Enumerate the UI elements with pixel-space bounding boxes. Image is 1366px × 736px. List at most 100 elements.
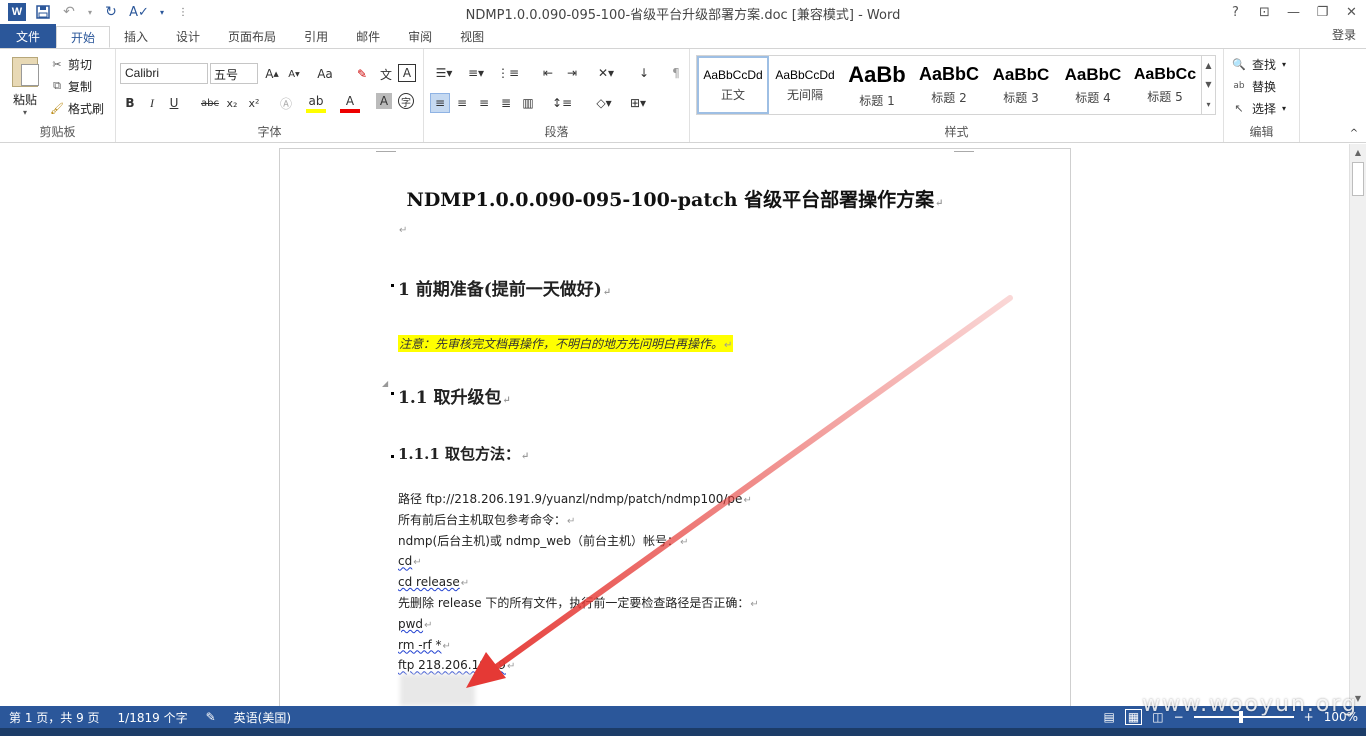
gallery-scroll[interactable]: ▲ ▼ ▾ [1201,56,1215,114]
tab-insert[interactable]: 插入 [110,24,162,48]
window-title: NDMP1.0.0.090-095-100-省级平台升级部署方案.doc [兼容… [465,8,901,23]
borders-icon[interactable]: ⊞▾ [624,93,652,113]
numbering-icon[interactable]: ≡▾ [462,63,490,83]
change-case-button[interactable]: Aa [312,64,338,84]
scroll-down-icon[interactable]: ▼ [1205,80,1211,89]
style-item[interactable]: AaBbC 标题 3 [985,56,1057,114]
tab-home[interactable]: 开始 [56,26,111,48]
highlight-color-icon[interactable]: ab [306,93,326,113]
scroll-up-arrow-icon[interactable]: ▲ [1350,144,1366,160]
shading-icon[interactable]: ◇▾ [590,93,618,113]
enclose-characters-icon[interactable]: 字 [398,93,414,109]
minimize-icon[interactable]: — [1279,0,1308,24]
style-item[interactable]: AaBb 标题 1 [841,56,913,114]
format-painter-button[interactable]: 🖌 格式刷 [50,99,104,117]
heading-3[interactable]: 1.1.1 取包方法：↵ [398,443,529,464]
clear-formatting-icon[interactable]: ✎ [352,64,372,84]
collapse-triangle-icon[interactable]: ◢ [382,379,388,388]
body-line[interactable]: cd release↵ [398,572,759,593]
body-line[interactable]: 路径 ftp://218.206.191.9/yuanzl/ndmp/patch… [398,489,759,510]
heading-1[interactable]: 1 前期准备(提前一天做好)↵ [398,275,611,300]
justify-icon[interactable]: ≣ [496,93,516,113]
word-count[interactable]: 1/1819 个字 [109,709,197,726]
superscript-icon[interactable]: x² [244,93,264,113]
shrink-font-icon[interactable]: A ▼ [284,64,304,84]
decrease-indent-icon[interactable]: ⇤ [538,63,558,83]
page-count[interactable]: 第 1 页，共 9 页 [0,709,109,726]
body-line[interactable]: rm -rf *↵ [398,635,759,656]
more-styles-icon[interactable]: ▾ [1206,100,1210,109]
tab-view[interactable]: 视图 [446,24,498,48]
style-item[interactable]: AaBbC 标题 4 [1057,56,1129,114]
character-border-icon[interactable]: A [398,64,416,82]
tab-page-layout[interactable]: 页面布局 [214,24,290,48]
copy-button[interactable]: ⧉ 复制 [50,77,104,95]
print-layout-icon[interactable]: ▦ [1124,709,1143,725]
sort-icon[interactable]: ↓ [634,63,654,83]
read-mode-icon[interactable]: ▤ [1104,710,1115,724]
style-item[interactable]: AaBbCcDd 无间隔 [769,56,841,114]
find-button[interactable]: 🔍 查找 ▾ [1232,55,1286,73]
highlighted-note[interactable]: 注意：先审核完文档再操作，不明白的地方先问明白再操作。↵ [398,335,734,352]
select-button[interactable]: ↖ 选择 ▾ [1232,99,1286,117]
collapse-ribbon-icon[interactable]: ^ [1344,123,1364,143]
bold-icon[interactable]: B [120,93,140,113]
strikethrough-icon[interactable]: abc [198,93,222,113]
style-item[interactable]: AaBbC 标题 2 [913,56,985,114]
scissors-icon: ✂ [52,57,62,71]
body-line[interactable]: pwd↵ [398,614,759,635]
increase-indent-icon[interactable]: ⇥ [562,63,582,83]
body-line[interactable]: cd↵ [398,551,759,572]
style-item[interactable]: AaBbCc 标题 5 [1129,56,1201,114]
phonetic-guide-icon[interactable]: 文 [376,64,396,84]
document-page[interactable]: NDMP1.0.0.090-095-100-patch 省级平台部署操作方案↵ … [279,148,1071,706]
bullets-icon[interactable]: ☰▾ [430,63,458,83]
multilevel-list-icon[interactable]: ⋮≡ [494,63,522,83]
character-shading-icon[interactable]: A [376,93,392,109]
show-marks-icon[interactable]: ¶ [666,63,686,83]
replace-button[interactable]: ab 替换 [1232,77,1286,95]
cut-button[interactable]: ✂ 剪切 [50,55,104,73]
heading-2[interactable]: 1.1 取升级包↵ [398,383,511,408]
language-indicator[interactable]: 英语(美国) [225,709,300,726]
restore-icon[interactable]: ❐ [1308,0,1337,24]
style-item[interactable]: AaBbCcDd 正文 [697,56,769,114]
sign-in-link[interactable]: 登录 [1332,26,1356,43]
tab-review[interactable]: 审阅 [394,24,446,48]
text-effects-icon[interactable]: Ⓐ [276,93,296,113]
text-direction-icon[interactable]: ✕▾ [592,63,620,83]
subscript-icon[interactable]: x₂ [222,93,242,113]
italic-icon[interactable]: I [142,93,162,113]
body-line-text: 路径 ftp://218.206.191.9/yuanzl/ndmp/patch… [398,492,743,506]
vertical-scrollbar[interactable]: ▲ ▼ [1349,144,1366,706]
paragraph-mark-icon: ↵ [399,225,408,236]
close-icon[interactable]: ✕ [1337,0,1366,24]
align-left-icon[interactable]: ≡ [430,93,450,113]
proofing-icon[interactable]: ✎ [197,710,225,724]
align-right-icon[interactable]: ≡ [474,93,494,113]
body-line[interactable]: 先删除 release 下的所有文件，执行前一定要检查路径是否正确：↵ [398,593,759,614]
heading-1-text: 1 前期准备(提前一天做好) [398,280,602,300]
ribbon: 粘贴 ▾ ✂ 剪切 ⧉ 复制 🖌 格式刷 剪贴板 字体 Calibri 五号 A ▲ A… [0,48,1366,143]
tab-mailings[interactable]: 邮件 [342,24,394,48]
font-name-select[interactable]: Calibri [120,63,208,84]
document-title[interactable]: NDMP1.0.0.090-095-100-patch 省级平台部署操作方案↵ [280,185,1070,212]
font-color-icon[interactable]: A [340,93,360,113]
line-spacing-icon[interactable]: ↕≡ [548,93,576,113]
body-line[interactable]: ndmp(后台主机)或 ndmp_web（前台主机）帐号：↵ [398,531,759,552]
body-line[interactable]: 所有前后台主机取包参考命令：↵ [398,510,759,531]
grow-font-icon[interactable]: A ▲ [262,64,282,84]
ribbon-display-options-icon[interactable]: ⊡ [1250,0,1279,24]
tab-design[interactable]: 设计 [162,24,214,48]
distributed-icon[interactable]: ▥ [518,93,538,113]
tab-file[interactable]: 文件 [0,24,56,48]
tab-references[interactable]: 引用 [290,24,342,48]
help-button[interactable]: ? [1221,0,1250,24]
align-center-icon[interactable]: ≡ [452,93,472,113]
underline-icon[interactable]: U [164,93,184,113]
cut-label: 剪切 [68,57,93,72]
scroll-up-icon[interactable]: ▲ [1205,61,1211,70]
scroll-thumb[interactable] [1352,162,1364,196]
paste-button[interactable]: 粘贴 ▾ [6,57,44,117]
font-size-select[interactable]: 五号 [210,63,258,84]
